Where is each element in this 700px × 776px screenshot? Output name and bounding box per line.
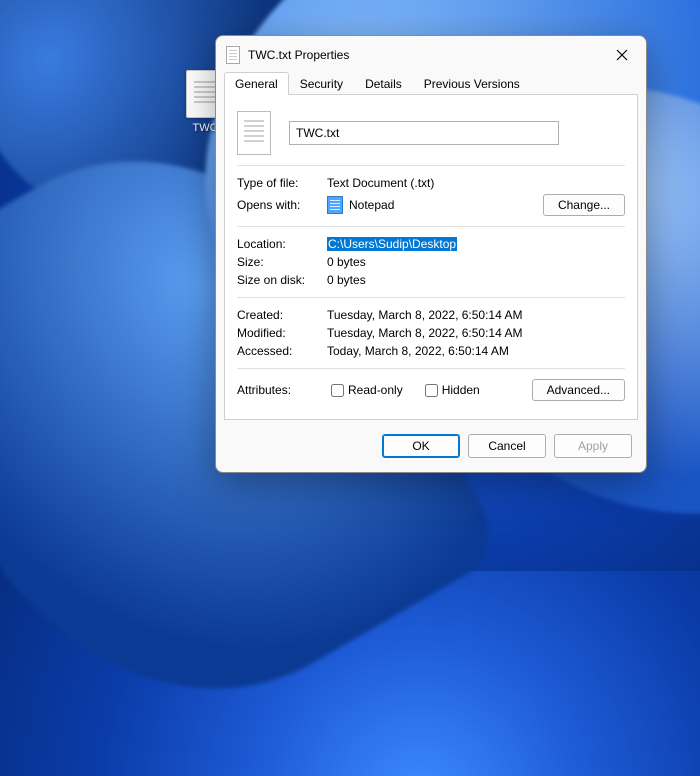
- attributes-label: Attributes:: [237, 383, 327, 397]
- dialog-title: TWC.txt Properties: [248, 48, 608, 62]
- dialog-footer: OK Cancel Apply: [216, 428, 646, 472]
- advanced-button[interactable]: Advanced...: [532, 379, 625, 401]
- ok-button[interactable]: OK: [382, 434, 460, 458]
- cancel-button[interactable]: Cancel: [468, 434, 546, 458]
- change-button[interactable]: Change...: [543, 194, 625, 216]
- opens-with-value: Notepad: [349, 198, 394, 212]
- created-label: Created:: [237, 308, 327, 322]
- tab-details[interactable]: Details: [354, 72, 413, 95]
- opens-with-label: Opens with:: [237, 198, 327, 212]
- tab-previous-versions[interactable]: Previous Versions: [413, 72, 531, 95]
- modified-label: Modified:: [237, 326, 327, 340]
- file-type-icon: [237, 111, 271, 155]
- general-panel: Type of file: Text Document (.txt) Opens…: [224, 95, 638, 420]
- close-button[interactable]: [608, 44, 636, 66]
- notepad-icon: [327, 196, 343, 214]
- tab-general[interactable]: General: [224, 72, 289, 95]
- created-value: Tuesday, March 8, 2022, 6:50:14 AM: [327, 308, 625, 322]
- tab-security[interactable]: Security: [289, 72, 354, 95]
- titlebar[interactable]: TWC.txt Properties: [216, 36, 646, 72]
- location-value[interactable]: C:\Users\Sudip\Desktop: [327, 237, 457, 251]
- readonly-checkbox-label[interactable]: Read-only: [327, 381, 403, 400]
- hidden-checkbox[interactable]: [425, 384, 438, 397]
- close-icon: [616, 49, 628, 61]
- apply-button[interactable]: Apply: [554, 434, 632, 458]
- type-of-file-value: Text Document (.txt): [327, 176, 625, 190]
- hidden-text: Hidden: [442, 383, 480, 397]
- tab-strip: General Security Details Previous Versio…: [216, 72, 646, 95]
- size-on-disk-label: Size on disk:: [237, 273, 327, 287]
- properties-dialog: TWC.txt Properties General Security Deta…: [215, 35, 647, 473]
- filename-input[interactable]: [289, 121, 559, 145]
- titlebar-file-icon: [226, 46, 240, 64]
- accessed-value: Today, March 8, 2022, 6:50:14 AM: [327, 344, 625, 358]
- size-value: 0 bytes: [327, 255, 625, 269]
- size-label: Size:: [237, 255, 327, 269]
- modified-value: Tuesday, March 8, 2022, 6:50:14 AM: [327, 326, 625, 340]
- hidden-checkbox-label[interactable]: Hidden: [421, 381, 480, 400]
- readonly-text: Read-only: [348, 383, 403, 397]
- accessed-label: Accessed:: [237, 344, 327, 358]
- readonly-checkbox[interactable]: [331, 384, 344, 397]
- size-on-disk-value: 0 bytes: [327, 273, 625, 287]
- location-label: Location:: [237, 237, 327, 251]
- type-of-file-label: Type of file:: [237, 176, 327, 190]
